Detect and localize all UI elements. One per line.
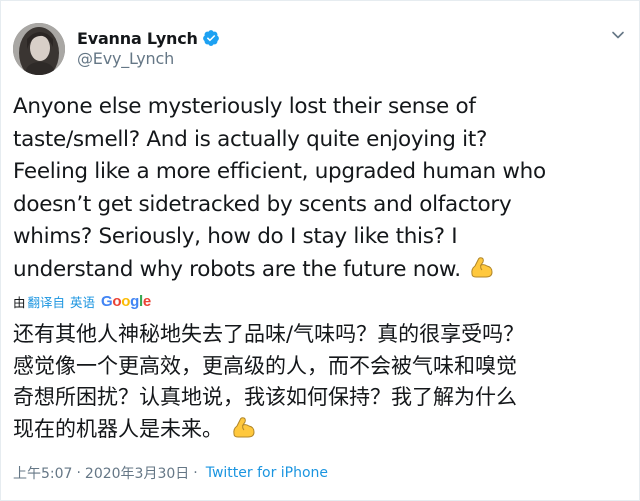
translated-by-label: 由 xyxy=(13,294,26,310)
author-handle[interactable]: @Evy_Lynch xyxy=(77,49,174,68)
avatar-photo-icon xyxy=(13,23,65,75)
meta-separator: · xyxy=(193,465,198,481)
google-logo: Google xyxy=(101,292,151,310)
translation-line: 感觉像一个更高效，更高级的人，而不会被气味和嗅觉 xyxy=(13,353,517,378)
tweet-date[interactable]: 2020年3月30日 xyxy=(85,463,189,483)
tweet-line-text: understand why robots are the future now… xyxy=(13,256,461,282)
tweet-line: Anyone else mysteriously lost their sens… xyxy=(13,94,476,119)
display-name[interactable]: Evanna Lynch xyxy=(77,29,198,48)
translated-text: 还有其他人神秘地失去了品味/气味吗？真的很享受吗？ 感觉像一个更高效，更高级的人… xyxy=(13,319,633,445)
tweet-text: Anyone else mysteriously lost their sens… xyxy=(13,91,633,286)
tweet-card: Evanna Lynch @Evy_Lynch Anyone else myst… xyxy=(0,0,640,501)
tweet-line: doesn’t get sidetracked by scents and ol… xyxy=(13,191,512,217)
tweet-line: whims? Seriously, how do I stay like thi… xyxy=(13,224,458,249)
translation-line: 奇想所困扰？认真地说，我该如何保持？我了解为什么 xyxy=(13,385,517,409)
avatar[interactable] xyxy=(13,23,65,75)
flexed-biceps-emoji-icon xyxy=(469,255,495,279)
tweet-source-link[interactable]: Twitter for iPhone xyxy=(206,465,328,481)
flexed-biceps-emoji-icon xyxy=(231,415,257,439)
chevron-down-icon[interactable] xyxy=(611,27,625,41)
meta-separator: · xyxy=(76,465,81,481)
translation-line-last: 现在的机器人是未来。 xyxy=(13,414,633,446)
verified-badge-icon xyxy=(202,29,220,47)
author-name-row[interactable]: Evanna Lynch xyxy=(77,27,220,49)
tweet-line: Feeling like a more efficient, upgraded … xyxy=(13,159,546,184)
tweet-line-last: understand why robots are the future now… xyxy=(13,254,633,287)
source-language[interactable]: 英语 xyxy=(70,292,95,311)
tweet-time[interactable]: 上午5:07 xyxy=(13,463,72,483)
translate-link[interactable]: 翻译自 xyxy=(28,292,66,311)
tweet-meta: 上午5:07 · 2020年3月30日 · Twitter for iPhone xyxy=(13,463,328,483)
translate-bar: 由 翻译自 英语 Google xyxy=(13,291,151,311)
translation-line-text: 现在的机器人是未来。 xyxy=(13,416,223,441)
tweet-line: taste/smell? And is actually quite enjoy… xyxy=(13,126,488,152)
translation-line: 还有其他人神秘地失去了品味/气味吗？真的很享受吗？ xyxy=(13,322,525,346)
